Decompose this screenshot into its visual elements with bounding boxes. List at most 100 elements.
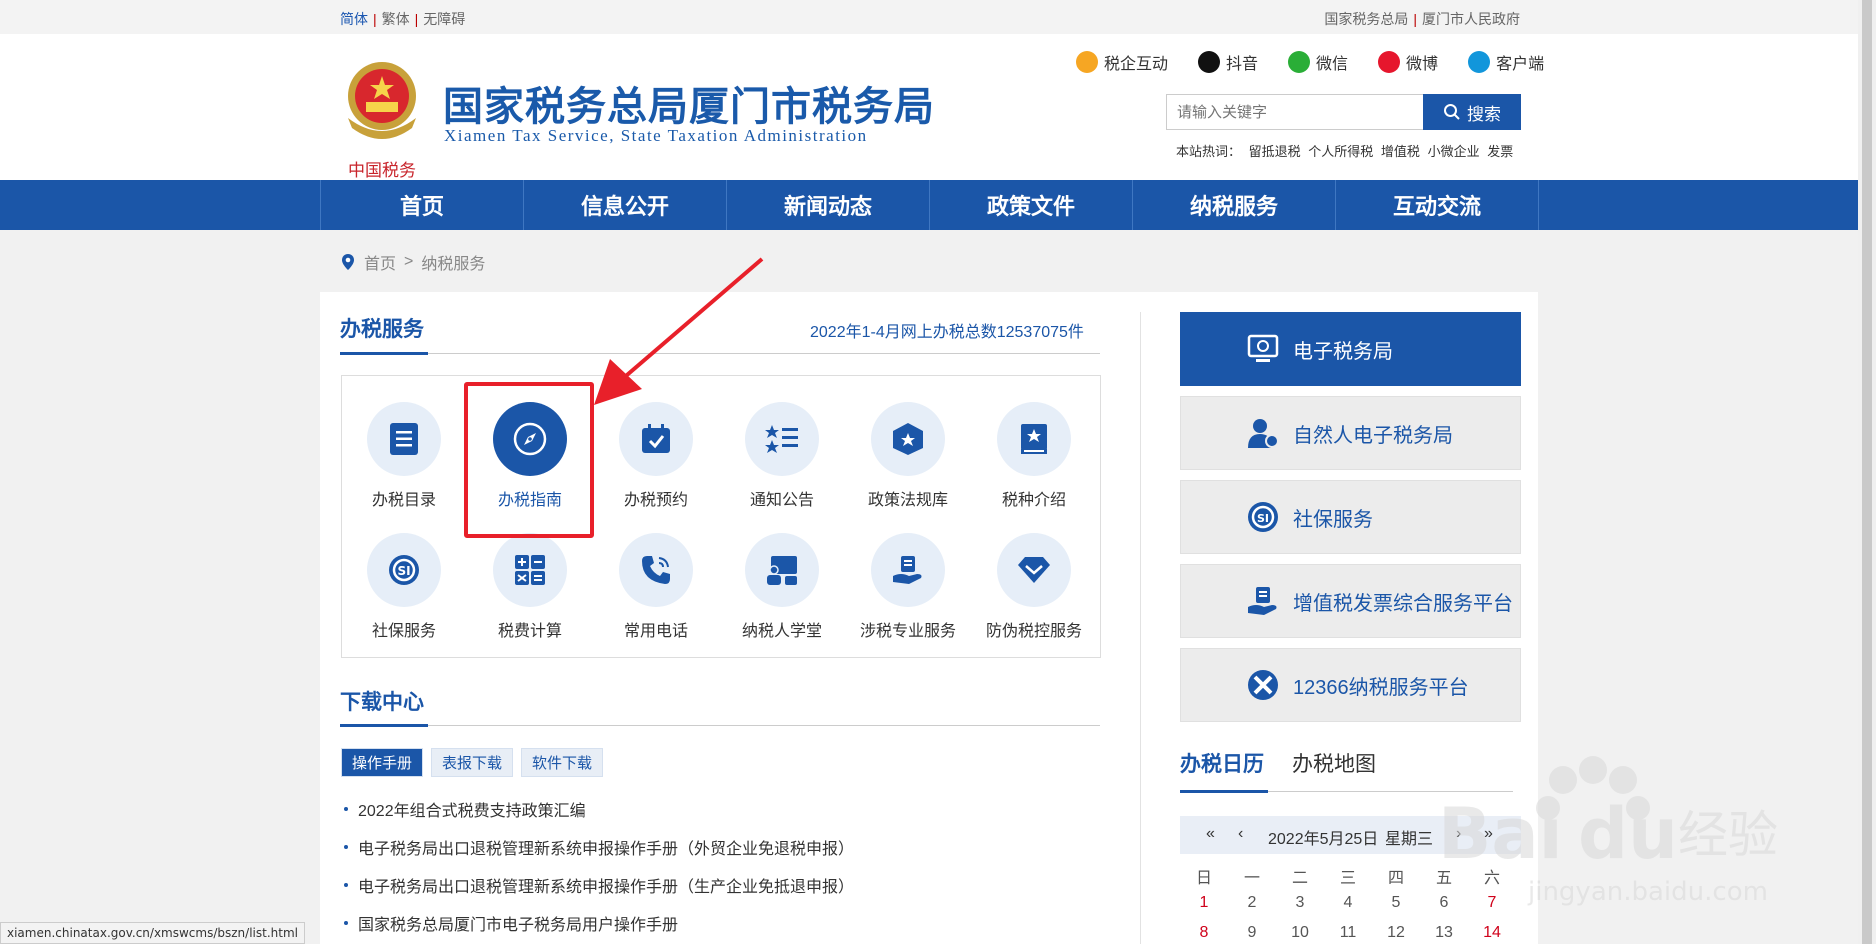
calendar-day[interactable]: 8 <box>1180 924 1228 942</box>
social-security-button[interactable]: SI 社保服务 <box>1180 480 1521 554</box>
traditional-link[interactable]: 繁体 <box>382 11 410 27</box>
weibo-icon <box>1378 51 1401 73</box>
diamond-icon <box>1018 557 1050 583</box>
hot-word[interactable]: 个人所得税 <box>1308 144 1373 159</box>
download-tabs: 操作手册 表报下载 软件下载 <box>341 748 604 777</box>
panel-divider <box>1140 312 1141 944</box>
service-notices[interactable]: 通知公告 <box>719 402 845 510</box>
download-item[interactable]: 国家税务总局厦门市电子税务局用户操作手册 <box>344 911 678 935</box>
top-utility-bar: 简体 | 繁体 | 无障碍 国家税务总局 | 厦门市人民政府 <box>0 0 1876 34</box>
wechat-icon <box>1288 51 1311 73</box>
site-subtitle: Xiamen Tax Service, State Taxation Admin… <box>444 126 868 145</box>
xiamen-gov-link[interactable]: 厦门市人民政府 <box>1422 11 1520 27</box>
download-item[interactable]: 2022年组合式税费支持政策汇编 <box>344 797 586 821</box>
download-item[interactable]: 电子税务局出口退税管理新系统申报操作手册（生产企业免抵退申报） <box>344 873 854 897</box>
calendar-week: 8 9 10 11 12 13 14 <box>1180 924 1521 942</box>
service-phone[interactable]: 常用电话 <box>593 533 719 641</box>
highlight-box <box>464 382 594 538</box>
download-title-underline <box>340 724 428 727</box>
hot-label: 本站热词： <box>1176 144 1242 159</box>
phone-icon <box>642 556 670 584</box>
12366-platform-button[interactable]: 12366纳税服务平台 <box>1180 648 1521 722</box>
social-douyin[interactable]: 抖音 <box>1198 50 1258 74</box>
calendar-day[interactable]: 13 <box>1420 924 1468 942</box>
natural-person-bureau-button[interactable]: 自然人电子税务局 <box>1180 396 1521 470</box>
nav-news[interactable]: 新闻动态 <box>727 180 930 230</box>
calendar-day[interactable]: 3 <box>1276 894 1324 912</box>
hot-word[interactable]: 留抵退税 <box>1249 144 1301 159</box>
scrollbar-thumb[interactable] <box>1862 0 1872 944</box>
main-nav: 首页 信息公开 新闻动态 政策文件 纳税服务 互动交流 <box>0 180 1858 230</box>
hand-document-icon <box>1245 583 1281 619</box>
service-law-library[interactable]: 政策法规库 <box>845 402 971 510</box>
tab-software[interactable]: 软件下载 <box>521 748 604 777</box>
calendar-tabs: 办税日历 办税地图 <box>1180 748 1376 778</box>
breadcrumb: 首页 > 纳税服务 <box>340 250 485 274</box>
service-tax-calculator[interactable]: 税费计算 <box>467 533 593 641</box>
breadcrumb-home[interactable]: 首页 <box>364 250 396 274</box>
calendar-day[interactable]: 9 <box>1228 924 1276 942</box>
search-button[interactable]: 搜索 <box>1423 94 1521 130</box>
breadcrumb-sep: > <box>404 253 414 270</box>
calendar-day[interactable]: 1 <box>1180 894 1228 912</box>
calendar-day[interactable]: 2 <box>1228 894 1276 912</box>
hot-word[interactable]: 增值税 <box>1381 144 1420 159</box>
nav-home[interactable]: 首页 <box>321 180 524 230</box>
social-client[interactable]: 客户端 <box>1468 50 1544 74</box>
nav-tax-service[interactable]: 纳税服务 <box>1133 180 1336 230</box>
calendar-tab-underline <box>1180 790 1268 793</box>
sat-link[interactable]: 国家税务总局 <box>1324 11 1408 27</box>
calendar-day[interactable]: 14 <box>1468 924 1516 942</box>
simplified-link[interactable]: 简体 <box>340 11 368 27</box>
book-star-icon <box>1021 424 1047 454</box>
calendar-day[interactable]: 10 <box>1276 924 1324 942</box>
service-appointment[interactable]: 办税预约 <box>593 402 719 510</box>
prev-year-button[interactable]: « <box>1206 825 1215 843</box>
nav-info[interactable]: 信息公开 <box>524 180 727 230</box>
service-tax-types[interactable]: 税种介绍 <box>971 402 1097 510</box>
douyin-icon <box>1198 51 1221 73</box>
client-app-icon <box>1468 51 1491 73</box>
classroom-icon <box>767 556 797 585</box>
search-input[interactable] <box>1166 94 1424 130</box>
list-icon <box>390 423 418 455</box>
tab-manuals[interactable]: 操作手册 <box>341 748 424 777</box>
svg-text:Bai: Bai <box>1438 793 1563 875</box>
hot-word[interactable]: 小微企业 <box>1428 144 1480 159</box>
online-tax-stat: 2022年1-4月网上办税总数12537075件 <box>810 324 1084 341</box>
e-tax-bureau-button[interactable]: 电子税务局 <box>1180 312 1521 386</box>
social-security-icon: SI <box>389 555 419 585</box>
tab-tax-calendar[interactable]: 办税日历 <box>1180 748 1264 778</box>
tab-forms[interactable]: 表报下载 <box>431 748 514 777</box>
social-wechat[interactable]: 微信 <box>1288 50 1348 74</box>
calendar-day[interactable]: 11 <box>1324 924 1372 942</box>
service-tax-catalog[interactable]: 办税目录 <box>341 402 467 510</box>
download-title: 下载中心 <box>340 691 424 714</box>
nav-policy[interactable]: 政策文件 <box>930 180 1133 230</box>
12366-logo-icon <box>1245 667 1281 703</box>
calendar-check-icon <box>642 424 670 453</box>
download-item[interactable]: 电子税务局出口退税管理新系统申报操作手册（外贸企业免退税申报） <box>344 835 854 859</box>
accessibility-link[interactable]: 无障碍 <box>423 11 465 27</box>
service-anti-counterfeit[interactable]: 防伪税控服务 <box>971 533 1097 641</box>
calendar-day[interactable]: 12 <box>1372 924 1420 942</box>
breadcrumb-current[interactable]: 纳税服务 <box>421 250 485 274</box>
service-title: 办税服务 <box>340 318 424 341</box>
star-list-icon <box>765 425 798 453</box>
service-taxpayer-school[interactable]: 纳税人学堂 <box>719 533 845 641</box>
baidu-jingyan-watermark: Bai du 经验 jingyan.baidu.com <box>1438 756 1778 907</box>
location-pin-icon <box>342 254 354 270</box>
hot-word[interactable]: 发票 <box>1487 144 1513 159</box>
prev-month-button[interactable]: ‹ <box>1238 825 1243 843</box>
svg-text:jingyan.baidu.com: jingyan.baidu.com <box>1527 877 1768 907</box>
social-interact[interactable]: 税企互动 <box>1076 50 1168 74</box>
person-icon <box>1245 415 1281 451</box>
service-professional[interactable]: 涉税专业服务 <box>845 533 971 641</box>
vat-invoice-platform-button[interactable]: 增值税发票综合服务平台 <box>1180 564 1521 638</box>
page-scrollbar[interactable] <box>1858 0 1876 944</box>
site-header: 中国税务 国家税务总局厦门市税务局 Xiamen Tax Service, St… <box>0 34 1876 181</box>
social-weibo[interactable]: 微博 <box>1378 50 1438 74</box>
nav-interaction[interactable]: 互动交流 <box>1336 180 1539 230</box>
browser-status-url: xiamen.chinatax.gov.cn/xmswcms/bszn/list… <box>0 922 305 944</box>
service-social-security[interactable]: SI 社保服务 <box>341 533 467 641</box>
